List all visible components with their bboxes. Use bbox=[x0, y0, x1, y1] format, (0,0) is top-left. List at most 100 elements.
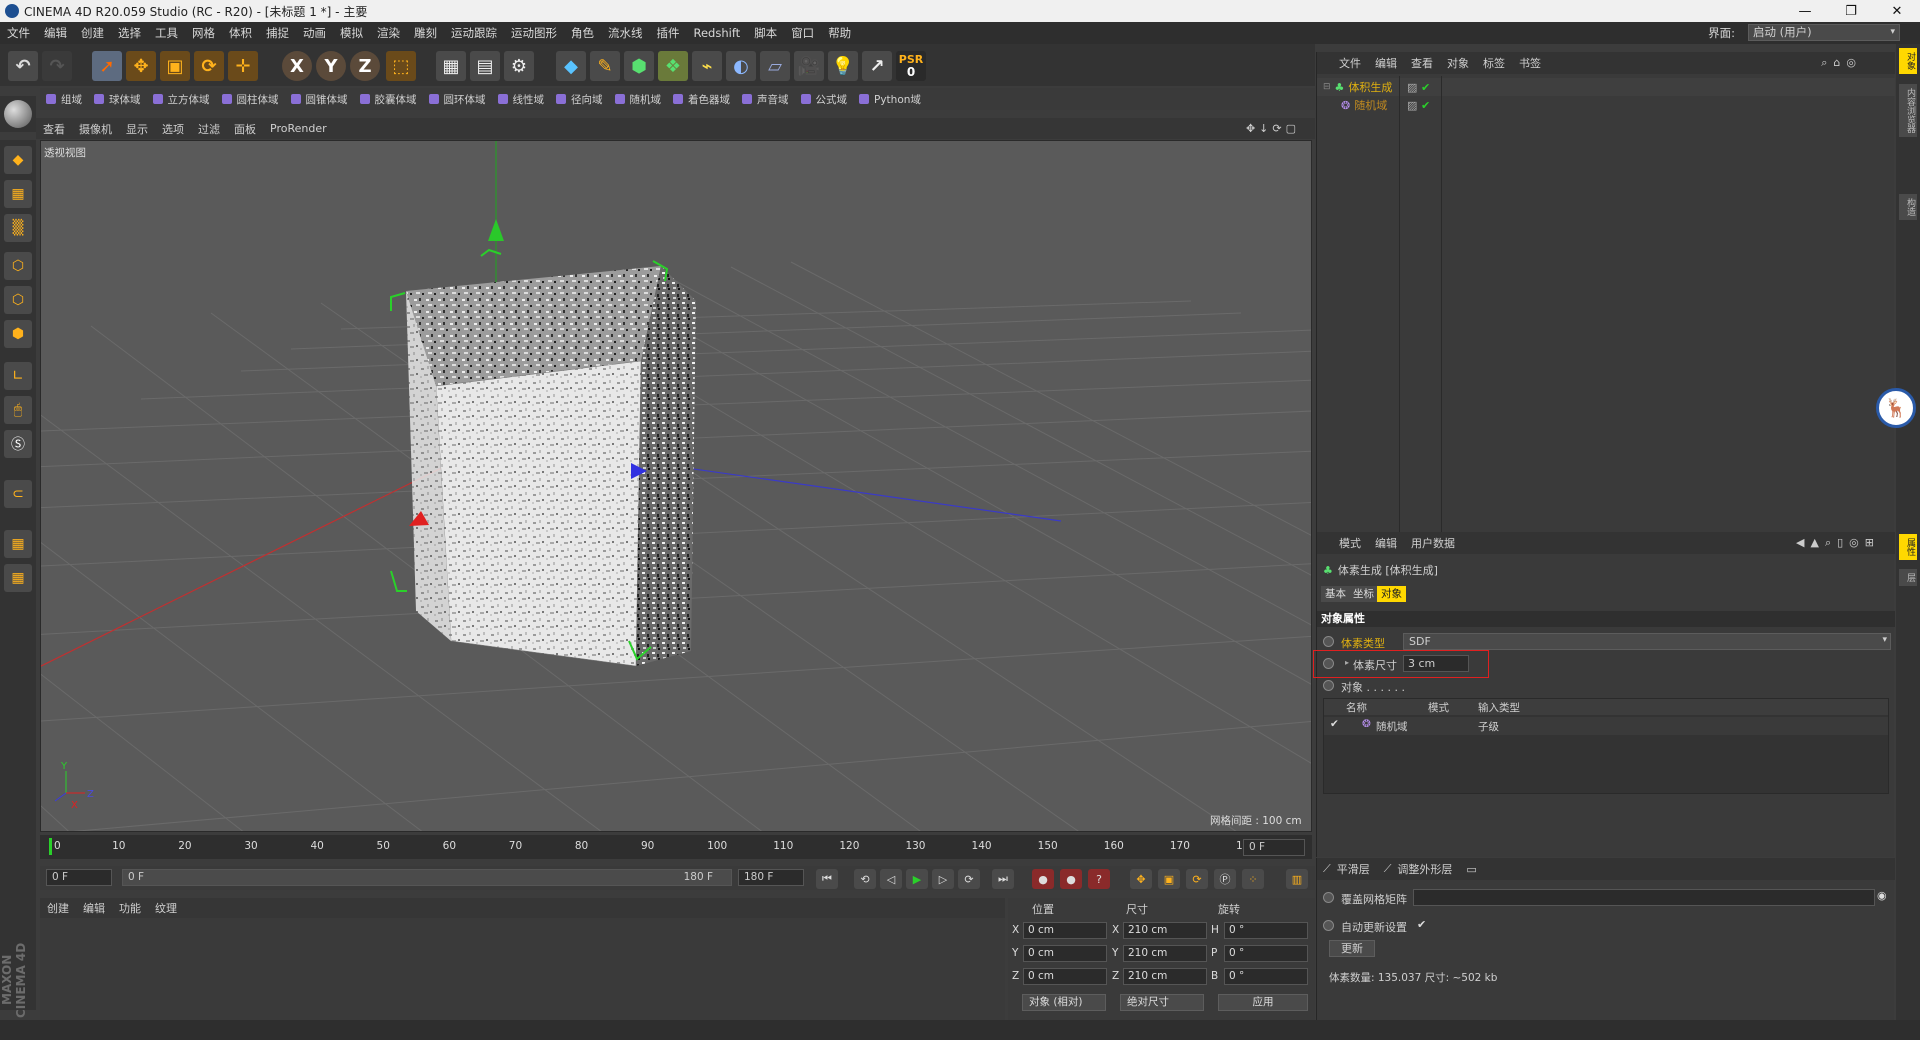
menu-file[interactable]: 文件 bbox=[0, 25, 37, 41]
cube-object-icon[interactable]: ◆ bbox=[556, 51, 586, 81]
animate-radio-icon[interactable] bbox=[1323, 892, 1334, 903]
tab-coordinates[interactable]: 坐标 bbox=[1349, 586, 1378, 602]
undo-icon[interactable]: ↶ bbox=[8, 51, 38, 81]
smooth-layer-button[interactable]: 平滑层 bbox=[1337, 861, 1370, 877]
enabled-check-icon[interactable]: ✔ bbox=[1421, 81, 1430, 94]
attribute-nav-icons[interactable]: ◀▲⌕▯◎⊞ bbox=[1789, 536, 1887, 550]
workplane-icon[interactable]: ▒ bbox=[4, 214, 32, 242]
rotation-p-field[interactable]: 0 ° bbox=[1224, 945, 1308, 962]
menu-plugins[interactable]: 插件 bbox=[650, 25, 687, 41]
animate-radio-icon[interactable] bbox=[1323, 920, 1334, 931]
next-keyframe-icon[interactable]: ⟳ bbox=[958, 869, 980, 889]
pen-spline-icon[interactable]: ✎ bbox=[590, 51, 620, 81]
axis-mode-icon[interactable]: ∟ bbox=[4, 362, 32, 390]
material-menu-function[interactable]: 功能 bbox=[112, 900, 148, 916]
scale-icon[interactable]: ▣ bbox=[160, 51, 190, 81]
key-parameter-icon[interactable]: Ⓟ bbox=[1214, 869, 1236, 889]
side-tab-content-browser[interactable]: 内容浏览器 bbox=[1899, 84, 1917, 137]
redo-icon[interactable]: ↷ bbox=[42, 51, 72, 81]
reshape-layer-button[interactable]: 调整外形层 bbox=[1397, 861, 1452, 877]
menu-redshift[interactable]: Redshift bbox=[687, 26, 748, 40]
object-menu-edit[interactable]: 编辑 bbox=[1368, 55, 1404, 71]
auto-keying-icon[interactable]: ● bbox=[1060, 869, 1082, 889]
object-row-random-field[interactable]: ❂ 随机域 ▨ ✔ bbox=[1317, 96, 1895, 114]
menu-motion-tracking[interactable]: 运动跟踪 bbox=[444, 25, 504, 41]
next-frame-icon[interactable]: ▷ bbox=[932, 869, 954, 889]
object-menu-view[interactable]: 查看 bbox=[1404, 55, 1440, 71]
attr-menu-mode[interactable]: 模式 bbox=[1317, 535, 1368, 551]
viewport-menu-view[interactable]: 查看 bbox=[36, 121, 72, 137]
y-axis-lock-button[interactable]: Y bbox=[316, 51, 346, 81]
side-tab-objects[interactable]: 对象 bbox=[1899, 48, 1917, 74]
object-row-volume-builder[interactable]: ⊟ ♣ 体积生成 ▨ ✔ bbox=[1317, 78, 1895, 96]
rotation-b-field[interactable]: 0 ° bbox=[1224, 968, 1308, 985]
layer-options-icon[interactable]: ▭ bbox=[1466, 863, 1476, 876]
restore-button[interactable]: ❐ bbox=[1828, 0, 1874, 22]
points-mode-icon[interactable]: ⬡ bbox=[4, 252, 32, 280]
menu-sculpt[interactable]: 雕刻 bbox=[407, 25, 444, 41]
render-picture-viewer-icon[interactable]: ▤ bbox=[470, 51, 500, 81]
voxel-type-dropdown[interactable]: SDF bbox=[1403, 633, 1891, 650]
rotation-h-field[interactable]: 0 ° bbox=[1224, 922, 1308, 939]
menu-snap[interactable]: 捕捉 bbox=[259, 25, 296, 41]
key-pla-icon[interactable]: ⁘ bbox=[1242, 869, 1264, 889]
domain-radial[interactable]: 径向域 bbox=[550, 89, 609, 109]
viewport-nav-icons[interactable]: ✥↓⟳▢ bbox=[1239, 122, 1307, 135]
menu-help[interactable]: 帮助 bbox=[821, 25, 858, 41]
close-button[interactable]: ✕ bbox=[1874, 0, 1920, 22]
polygons-mode-icon[interactable]: ⬢ bbox=[4, 320, 32, 348]
visibility-toggle-icon[interactable]: ▨ bbox=[1407, 99, 1417, 112]
material-list-area[interactable] bbox=[40, 918, 1005, 1020]
perspective-viewport[interactable]: Y X Z bbox=[40, 140, 1312, 832]
position-z-field[interactable]: 0 cm bbox=[1023, 968, 1107, 985]
animate-radio-icon[interactable] bbox=[1323, 680, 1334, 691]
size-y-field[interactable]: 210 cm bbox=[1123, 945, 1207, 962]
go-to-end-icon[interactable]: ⏭ bbox=[992, 869, 1014, 889]
record-keys-icon[interactable]: ● bbox=[1032, 869, 1054, 889]
menu-mesh[interactable]: 网格 bbox=[185, 25, 222, 41]
domain-group[interactable]: 组域 bbox=[40, 89, 88, 109]
key-scale-icon[interactable]: ▣ bbox=[1158, 869, 1180, 889]
apply-button[interactable]: 应用 bbox=[1218, 994, 1308, 1011]
domain-torus[interactable]: 圆环体域 bbox=[423, 89, 492, 109]
menu-tools[interactable]: 工具 bbox=[148, 25, 185, 41]
frame-range-slider[interactable]: 0 F 180 F bbox=[122, 869, 732, 886]
menu-window[interactable]: 窗口 bbox=[784, 25, 821, 41]
z-axis-lock-button[interactable]: Z bbox=[350, 51, 380, 81]
subdivision-icon[interactable]: ⬢ bbox=[624, 51, 654, 81]
timeline-ruler[interactable]: 0 10 20 30 40 50 60 70 80 90 100 110 120 130 140 150 160… bbox=[40, 835, 1312, 859]
object-list-row[interactable]: ✔ ❂ 随机域 子级 bbox=[1324, 717, 1888, 735]
auto-update-checkbox[interactable]: ✔ bbox=[1417, 918, 1426, 931]
viewport-menu-display[interactable]: 显示 bbox=[119, 121, 155, 137]
domain-cone[interactable]: 圆锥体域 bbox=[285, 89, 354, 109]
viewport-menu-cameras[interactable]: 摄像机 bbox=[72, 121, 119, 137]
tab-basic[interactable]: 基本 bbox=[1321, 586, 1350, 602]
size-z-field[interactable]: 210 cm bbox=[1123, 968, 1207, 985]
current-frame-field[interactable]: 0 F bbox=[1243, 839, 1305, 856]
domain-sound[interactable]: 声音域 bbox=[736, 89, 795, 109]
menu-create[interactable]: 创建 bbox=[74, 25, 111, 41]
cloner-icon[interactable]: ❖ bbox=[658, 51, 688, 81]
render-view-icon[interactable]: ▦ bbox=[436, 51, 466, 81]
object-menu-tags[interactable]: 标签 bbox=[1476, 55, 1512, 71]
side-tab-attributes[interactable]: 属性 bbox=[1899, 534, 1917, 560]
rotate-icon[interactable]: ⟳ bbox=[194, 51, 224, 81]
size-mode-dropdown[interactable]: 绝对尺寸 bbox=[1120, 994, 1204, 1011]
key-position-icon[interactable]: ✥ bbox=[1130, 869, 1152, 889]
domain-capsule[interactable]: 胶囊体域 bbox=[354, 89, 423, 109]
timeline-window-icon[interactable]: ▥ bbox=[1286, 869, 1308, 889]
edges-mode-icon[interactable]: ⬡ bbox=[4, 286, 32, 314]
menu-mograph[interactable]: 运动图形 bbox=[504, 25, 564, 41]
attr-menu-user-data[interactable]: 用户数据 bbox=[1404, 535, 1462, 551]
y-manipulator-arrow[interactable] bbox=[488, 219, 504, 241]
menu-simulate[interactable]: 模拟 bbox=[333, 25, 370, 41]
menu-render[interactable]: 渲染 bbox=[370, 25, 407, 41]
size-x-field[interactable]: 210 cm bbox=[1123, 922, 1207, 939]
menu-script[interactable]: 脚本 bbox=[747, 25, 784, 41]
domain-random[interactable]: 随机域 bbox=[609, 89, 668, 109]
domain-sphere[interactable]: 球体域 bbox=[88, 89, 147, 109]
reshape-layer-icon[interactable]: ⟋ bbox=[1384, 862, 1392, 876]
field-icon[interactable]: ◐ bbox=[726, 51, 756, 81]
enabled-check-icon[interactable]: ✔ bbox=[1330, 718, 1339, 730]
cover-matrix-link-field[interactable] bbox=[1413, 889, 1875, 906]
